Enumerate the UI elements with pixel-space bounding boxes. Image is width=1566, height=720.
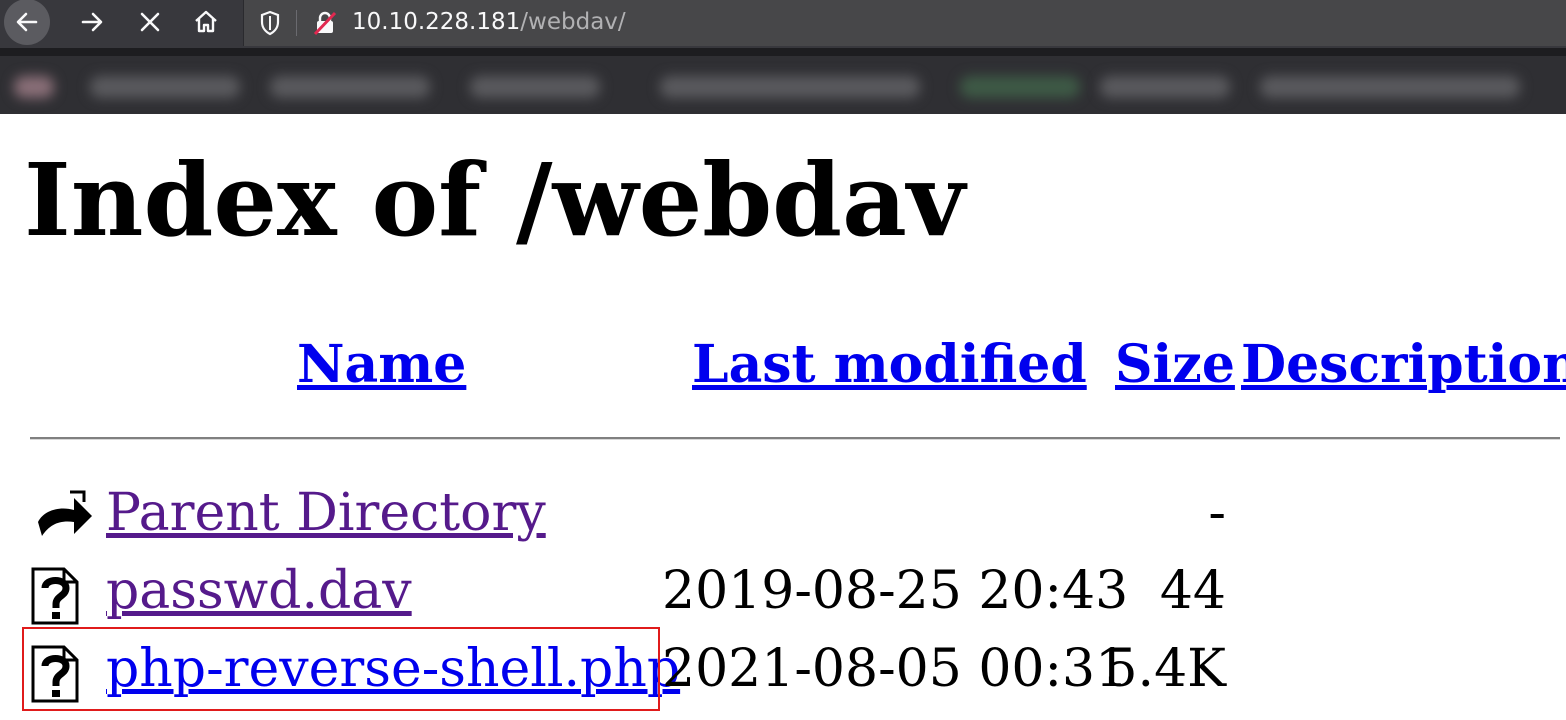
last-modified-cell: 2021-08-05 00:31 [662,639,1129,699]
bookmark-item[interactable] [960,76,1080,98]
bookmark-item[interactable] [470,76,600,98]
insecure-lock-icon[interactable] [312,10,338,40]
column-header-description[interactable]: Description [1241,333,1566,397]
column-header-last-modified[interactable]: Last modified [692,333,1087,397]
bookmark-item[interactable] [1260,76,1520,98]
url-separator [296,10,297,36]
column-header-name[interactable]: Name [297,333,466,397]
home-icon [195,10,217,33]
last-modified-cell: 2019-08-25 20:43 [662,561,1129,621]
table-row: passwd.dav 2019-08-25 20:43 44 [0,558,1566,628]
forward-button[interactable] [72,2,112,42]
unknown-file-icon [30,566,86,625]
forward-arrow-icon [81,12,103,32]
back-arrow-icon [4,0,50,45]
home-button[interactable] [186,2,226,42]
url-bar[interactable]: 10.10.228.181/webdav/ [243,0,1566,46]
back-button[interactable] [4,0,60,45]
table-row: Parent Directory - [0,480,1566,550]
bookmark-item[interactable] [270,76,430,98]
bookmark-item[interactable] [660,76,920,98]
back-arrow-icon [30,488,92,544]
file-link-parent-directory[interactable]: Parent Directory [106,480,546,546]
bookmarks-toolbar [0,48,1566,114]
bookmark-item[interactable] [90,76,240,98]
file-link-passwd-dav[interactable]: passwd.dav [106,558,412,624]
column-header-size[interactable]: Size [1115,333,1235,397]
bookmark-favicon[interactable] [14,76,54,98]
page-title: Index of /webdav [24,141,965,259]
size-cell: 5.4K [1104,639,1226,699]
size-cell: - [1208,483,1226,543]
stop-button[interactable] [130,2,170,42]
browser-toolbar: 10.10.228.181/webdav/ [0,0,1566,48]
bookmark-item[interactable] [1100,76,1230,98]
highlight-annotation-box [22,627,660,711]
shield-icon[interactable] [258,9,282,41]
header-divider [30,437,1560,440]
url-text[interactable]: 10.10.228.181/webdav/ [352,9,626,35]
url-host: 10.10.228.181 [352,9,521,35]
size-cell: 44 [1159,561,1226,621]
url-path: /webdav/ [520,9,626,35]
close-icon [140,12,160,32]
